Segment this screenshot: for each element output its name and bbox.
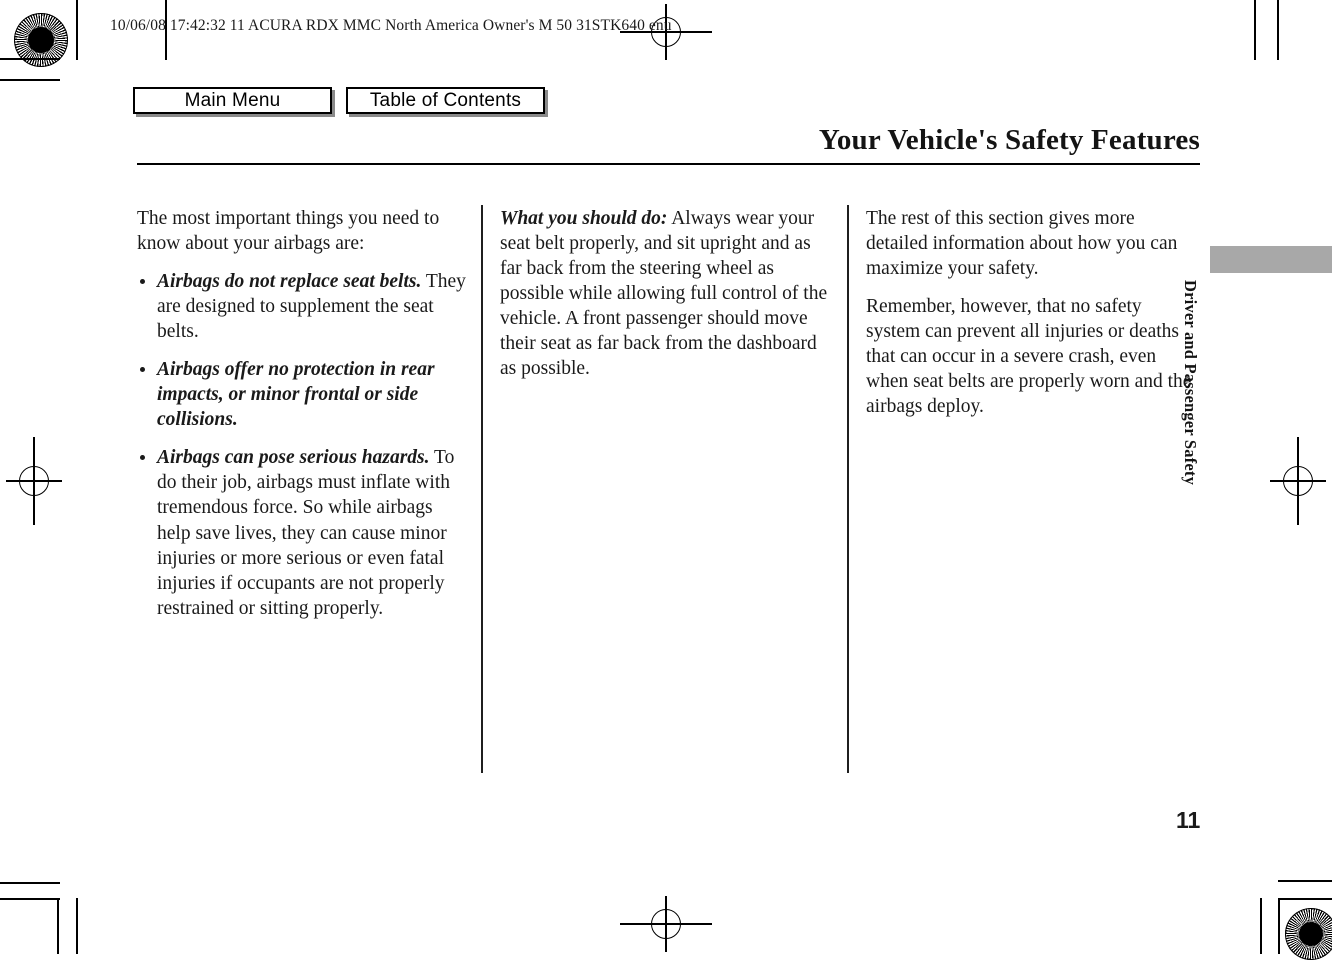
bullet-dot-icon bbox=[140, 366, 145, 372]
column-3-paragraph-1: The rest of this section gives more deta… bbox=[866, 208, 1178, 280]
crop-mark-bottom-left-vertical bbox=[76, 898, 78, 954]
section-tab-label: Driver and Passenger Safety bbox=[1181, 280, 1200, 486]
page-title: Your Vehicle's Safety Features bbox=[818, 124, 1200, 156]
main-menu-button[interactable]: Main Menu bbox=[133, 87, 332, 114]
registration-crosshair-left-middle bbox=[6, 437, 62, 525]
list-item-body: To do their job, airbags must inflate wi… bbox=[157, 447, 455, 619]
text-column-3: The rest of this section gives more deta… bbox=[866, 206, 1196, 419]
column-divider-2 bbox=[847, 205, 850, 773]
crop-mark-top-left-vertical bbox=[76, 0, 78, 60]
what-you-should-do-body: Always wear your seat belt properly, and… bbox=[500, 208, 828, 380]
list-item: Airbags offer no protection in rear impa… bbox=[137, 357, 467, 432]
text-column-1: The most important things you need to kn… bbox=[137, 206, 467, 621]
list-item: Airbags do not replace seat belts. They … bbox=[137, 269, 467, 344]
crop-mark-bottom-left-horizontal-inner bbox=[0, 898, 60, 900]
what-you-should-do-paragraph: What you should do: Always wear your sea… bbox=[500, 206, 830, 381]
crop-mark-bottom-right-vertical-outer bbox=[1260, 898, 1262, 954]
crop-mark-bottom-left-vertical-inner bbox=[57, 898, 59, 954]
text-column-2: What you should do: Always wear your sea… bbox=[500, 206, 830, 381]
crop-mark-top-left-horizontal-inner bbox=[0, 79, 60, 81]
list-item: Airbags can pose serious hazards. To do … bbox=[137, 445, 467, 620]
crop-mark-bottom-right-vertical bbox=[1278, 898, 1280, 954]
crop-mark-bottom-right-horizontal-inner bbox=[1278, 898, 1332, 900]
airbag-facts-list: Airbags do not replace seat belts. They … bbox=[137, 269, 467, 621]
crop-mark-top-right-vertical-inner bbox=[1277, 0, 1279, 60]
list-item-lead: Airbags can pose serious hazards. bbox=[157, 447, 430, 469]
section-tab-bar bbox=[1210, 246, 1332, 273]
crop-mark-bottom-right-horizontal bbox=[1278, 880, 1332, 882]
crop-mark-bottom-left-horizontal bbox=[0, 882, 60, 884]
print-info-header: 10/06/08 17:42:32 11 ACURA RDX MMC North… bbox=[110, 17, 672, 34]
column-1-intro: The most important things you need to kn… bbox=[137, 208, 440, 255]
registration-crosshair-right-middle bbox=[1270, 437, 1326, 525]
registration-crosshair-bottom-center bbox=[620, 896, 712, 952]
crop-mark-top-right-vertical bbox=[1254, 0, 1256, 60]
registration-star-bottom-right bbox=[1285, 908, 1332, 960]
page-number: 11 bbox=[1176, 807, 1201, 833]
bullet-dot-icon bbox=[140, 454, 145, 460]
bullet-dot-icon bbox=[140, 278, 145, 284]
column-3-paragraph-2: Remember, however, that no safety system… bbox=[866, 296, 1192, 418]
crop-mark-top-left-horizontal bbox=[0, 58, 60, 60]
list-item-lead: Airbags do not replace seat belts. bbox=[157, 271, 422, 293]
what-you-should-do-lead: What you should do: bbox=[500, 208, 668, 229]
table-of-contents-button[interactable]: Table of Contents bbox=[346, 87, 545, 114]
column-divider-1 bbox=[481, 205, 484, 773]
list-item-lead: Airbags offer no protection in rear impa… bbox=[157, 359, 435, 431]
title-divider-rule bbox=[137, 163, 1200, 166]
